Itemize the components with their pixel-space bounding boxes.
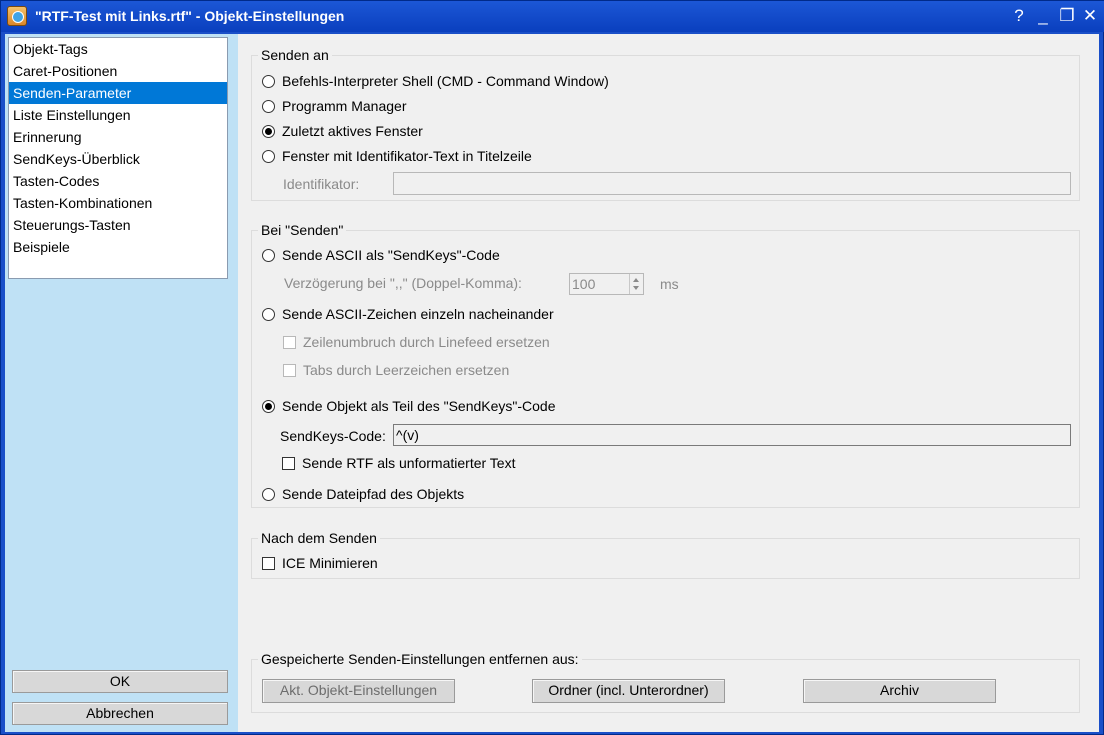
radio-icon: [262, 75, 275, 88]
checkbox-rtf-unformatted[interactable]: Sende RTF als unformatierter Text: [282, 454, 515, 472]
remove-archive-button[interactable]: Archiv: [803, 679, 996, 703]
checkbox-ice-minimize[interactable]: ICE Minimieren: [262, 554, 378, 572]
list-item-sendkeys-ueberblick[interactable]: SendKeys-Überblick: [9, 148, 227, 170]
radio-icon: [262, 100, 275, 113]
checkbox-tabs[interactable]: Tabs durch Leerzeichen ersetzen: [283, 361, 509, 379]
help-button[interactable]: ?: [1008, 4, 1030, 28]
stepper-buttons[interactable]: [629, 274, 643, 294]
category-list[interactable]: Objekt-Tags Caret-Positionen Senden-Para…: [8, 37, 228, 279]
radio-icon: [262, 150, 275, 163]
list-item-beispiele[interactable]: Beispiele: [9, 236, 227, 258]
list-item-caret-positionen[interactable]: Caret-Positionen: [9, 60, 227, 82]
dialog-window: "RTF-Test mit Links.rtf" - Objekt-Einste…: [0, 0, 1104, 735]
app-icon: [7, 6, 27, 26]
radio-file-path[interactable]: Sende Dateipfad des Objekts: [262, 485, 464, 503]
radio-program-manager[interactable]: Programm Manager: [262, 97, 407, 115]
radio-checked-icon: [262, 400, 275, 413]
left-panel: Objekt-Tags Caret-Positionen Senden-Para…: [5, 34, 238, 732]
checkbox-icon: [283, 364, 296, 377]
minimize-button[interactable]: _: [1032, 4, 1054, 28]
checkbox-linefeed[interactable]: Zeilenumbruch durch Linefeed ersetzen: [283, 333, 550, 351]
delay-unit: ms: [660, 276, 679, 292]
settings-panel: Senden an Befehls-Interpreter Shell (CMD…: [238, 34, 1099, 732]
radio-checked-icon: [262, 125, 275, 138]
group-send-to-title: Senden an: [258, 47, 332, 63]
checkbox-icon: [262, 557, 275, 570]
list-item-tasten-kombinationen[interactable]: Tasten-Kombinationen: [9, 192, 227, 214]
checkbox-icon: [283, 336, 296, 349]
delay-label: Verzögerung bei ",," (Doppel-Komma):: [284, 275, 522, 291]
group-after-send-title: Nach dem Senden: [258, 530, 380, 546]
title-bar[interactable]: "RTF-Test mit Links.rtf" - Objekt-Einste…: [1, 1, 1104, 32]
radio-icon: [262, 308, 275, 321]
close-button[interactable]: ✕: [1079, 4, 1101, 28]
group-remove-saved-title: Gespeicherte Senden-Einstellungen entfer…: [258, 651, 582, 667]
cancel-button[interactable]: Abbrechen: [12, 702, 228, 725]
arrow-down-icon[interactable]: [633, 286, 639, 290]
list-item-erinnerung[interactable]: Erinnerung: [9, 126, 227, 148]
restore-button[interactable]: ❐: [1056, 4, 1078, 28]
list-item-liste-einstellungen[interactable]: Liste Einstellungen: [9, 104, 227, 126]
list-item-steuerungs-tasten[interactable]: Steuerungs-Tasten: [9, 214, 227, 236]
identifier-input[interactable]: [393, 172, 1071, 195]
radio-object-part[interactable]: Sende Objekt als Teil des "SendKeys"-Cod…: [262, 397, 556, 415]
list-item-objekt-tags[interactable]: Objekt-Tags: [9, 38, 227, 60]
list-item-senden-parameter[interactable]: Senden-Parameter: [9, 82, 227, 104]
sendkeys-code-label: SendKeys-Code:: [280, 428, 386, 444]
window-title: "RTF-Test mit Links.rtf" - Objekt-Einste…: [35, 8, 345, 24]
radio-cmd-shell[interactable]: Befehls-Interpreter Shell (CMD - Command…: [262, 72, 609, 90]
radio-last-active-window[interactable]: Zuletzt aktives Fenster: [262, 122, 423, 140]
delay-stepper[interactable]: 100: [569, 273, 644, 295]
identifier-label: Identifikator:: [283, 176, 360, 192]
group-on-send-title: Bei "Senden": [258, 222, 347, 238]
remove-folder-button[interactable]: Ordner (incl. Unterordner): [532, 679, 725, 703]
radio-icon: [262, 488, 275, 501]
ok-button[interactable]: OK: [12, 670, 228, 693]
radio-ascii-sendkeys[interactable]: Sende ASCII als "SendKeys"-Code: [262, 246, 500, 264]
radio-icon: [262, 249, 275, 262]
sendkeys-code-input[interactable]: ^(v): [393, 424, 1071, 446]
radio-ascii-single[interactable]: Sende ASCII-Zeichen einzeln nacheinander: [262, 305, 554, 323]
arrow-up-icon[interactable]: [633, 278, 639, 282]
radio-window-identifier[interactable]: Fenster mit Identifikator-Text in Titelz…: [262, 147, 532, 165]
remove-object-settings-button[interactable]: Akt. Objekt-Einstellungen: [262, 679, 455, 703]
checkbox-icon: [282, 457, 295, 470]
list-item-tasten-codes[interactable]: Tasten-Codes: [9, 170, 227, 192]
